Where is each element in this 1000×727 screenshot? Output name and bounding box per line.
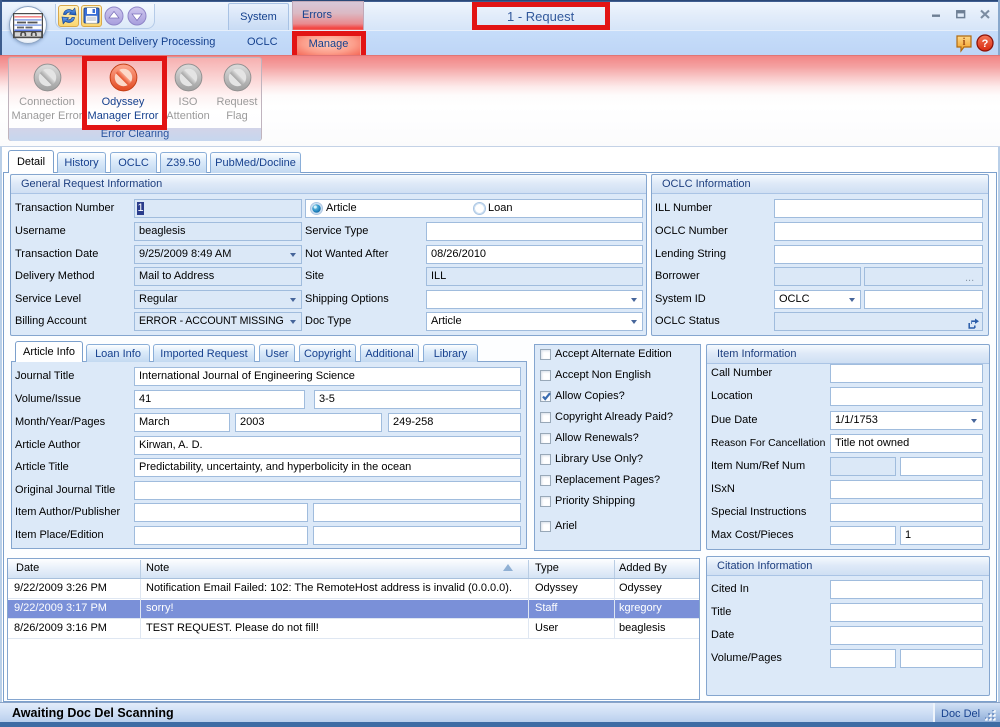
svg-text:?: ? [982,38,989,50]
svg-text:i: i [963,37,966,48]
